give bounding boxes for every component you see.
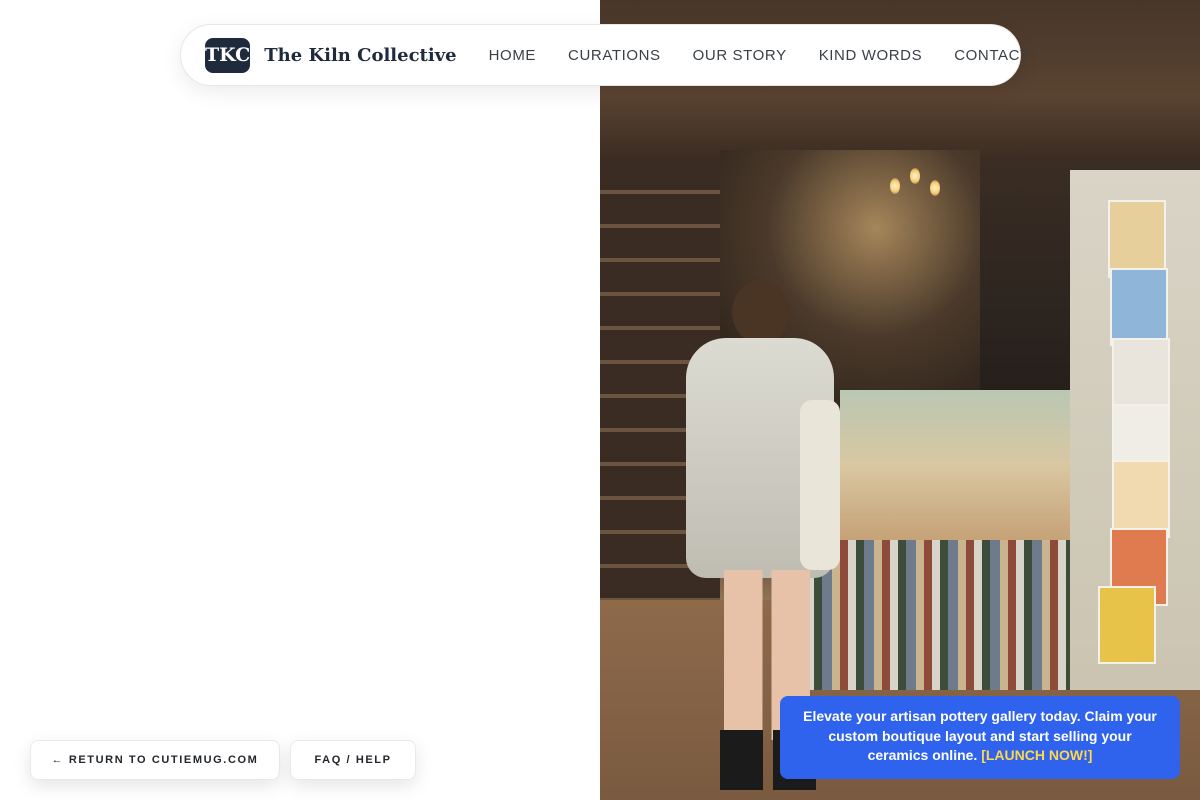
nav-link-curations[interactable]: CURATIONS [568, 47, 661, 64]
faq-help-button[interactable]: FAQ / HELP [290, 740, 416, 780]
nav-link-our-story[interactable]: OUR STORY [693, 47, 787, 64]
photo-postcard [1098, 586, 1156, 664]
promo-text: Elevate your artisan pottery gallery tod… [803, 708, 1157, 763]
nav-menu: HOME CURATIONS OUR STORY KIND WORDS CONT… [489, 47, 1030, 64]
launch-now-link[interactable]: [LAUNCH NOW!] [981, 747, 1092, 763]
photo-lamp [890, 178, 900, 194]
logo-badge[interactable]: TKC [205, 37, 251, 73]
photo-postcard-table [840, 390, 1090, 540]
hero-photo [600, 0, 1200, 800]
top-navigation: TKC The Kiln Collective HOME CURATIONS O… [180, 24, 1029, 86]
photo-postcard [1108, 200, 1166, 278]
photo-lamp [910, 168, 920, 184]
nav-link-contact[interactable]: CONTACT [954, 47, 1030, 64]
brand-name[interactable]: The Kiln Collective [264, 45, 456, 66]
nav-link-kind-words[interactable]: KIND WORDS [819, 47, 923, 64]
return-to-site-button[interactable]: ← RETURN TO CUTIEMUG.COM [30, 740, 280, 780]
nav-link-home[interactable]: HOME [489, 47, 536, 64]
promo-banner: Elevate your artisan pottery gallery tod… [780, 696, 1180, 779]
photo-postcard [1110, 268, 1168, 346]
photo-lamp [930, 180, 940, 196]
photo-postcard [1112, 460, 1170, 538]
